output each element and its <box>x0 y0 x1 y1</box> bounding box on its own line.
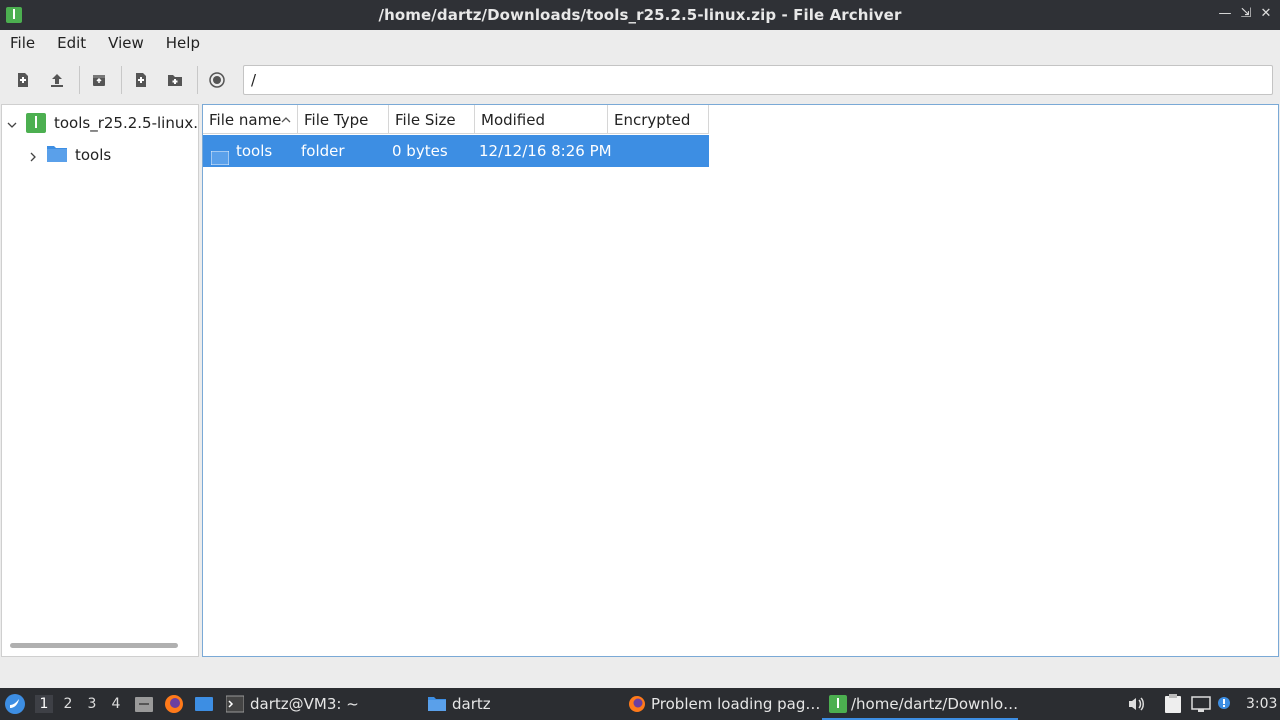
folder-icon <box>428 695 446 713</box>
close-icon[interactable]: ✕ <box>1258 6 1274 22</box>
workspace-3[interactable]: 3 <box>83 695 101 713</box>
menu-edit[interactable]: Edit <box>57 34 86 52</box>
archive-icon <box>829 695 847 713</box>
archive-icon[interactable] <box>89 70 109 90</box>
horizontal-scrollbar[interactable] <box>10 643 178 648</box>
volume-icon[interactable] <box>1126 688 1146 720</box>
extract-icon[interactable] <box>47 70 67 90</box>
location-input[interactable]: / <box>243 65 1273 95</box>
maximize-icon[interactable]: ⇲ <box>1238 6 1254 22</box>
tree-item-label: tools <box>75 146 112 164</box>
task-terminal[interactable]: dartz@VM3: ~ <box>225 688 359 720</box>
add-folder-icon[interactable] <box>165 70 185 90</box>
column-header-encrypted[interactable]: Encrypted <box>608 105 709 134</box>
archive-icon <box>26 113 46 133</box>
file-manager-launcher-icon[interactable] <box>134 688 154 720</box>
start-menu-icon[interactable] <box>4 688 26 720</box>
folder-icon <box>210 144 230 166</box>
column-header-type[interactable]: File Type <box>298 105 389 134</box>
menu-bar: File Edit View Help <box>0 30 1280 56</box>
chevron-down-icon[interactable] <box>6 117 18 129</box>
add-file-icon[interactable] <box>131 70 151 90</box>
task-file-manager[interactable]: dartz <box>428 688 491 720</box>
archive-app-icon <box>6 7 22 23</box>
workspace-2[interactable]: 2 <box>59 695 77 713</box>
list-header: File name File Type File Size Modified E… <box>203 105 709 134</box>
workspace-1[interactable]: 1 <box>35 695 53 713</box>
toolbar-separator <box>197 66 198 94</box>
stop-icon[interactable] <box>207 70 227 90</box>
task-label: dartz <box>452 695 491 713</box>
minimize-icon[interactable]: — <box>1217 6 1233 22</box>
task-browser[interactable]: Problem loading pag… <box>628 688 820 720</box>
new-archive-icon[interactable] <box>13 70 33 90</box>
network-icon[interactable] <box>1191 688 1211 720</box>
tree-root-label: tools_r25.2.5-linux.zip <box>54 114 199 132</box>
clipboard-icon[interactable] <box>1164 688 1182 720</box>
column-header-size[interactable]: File Size <box>389 105 475 134</box>
task-label: /home/dartz/Downlo… <box>851 695 1019 713</box>
taskbar: 1 2 3 4 dartz@VM3: ~ dartz Problem loadi… <box>0 688 1280 720</box>
terminal-icon <box>225 695 245 713</box>
notification-icon[interactable] <box>1216 688 1232 720</box>
folder-tree[interactable]: tools_r25.2.5-linux.zip tools <box>1 104 199 657</box>
workspace-4[interactable]: 4 <box>107 695 125 713</box>
tree-root-row[interactable]: tools_r25.2.5-linux.zip <box>6 109 199 137</box>
menu-view[interactable]: View <box>108 34 144 52</box>
window-title: /home/dartz/Downloads/tools_r25.2.5-linu… <box>378 6 902 24</box>
clock[interactable]: 3:03 <box>1246 688 1277 720</box>
firefox-launcher-icon[interactable] <box>164 688 184 720</box>
toolbar-separator <box>121 66 122 94</box>
column-header-modified[interactable]: Modified <box>475 105 608 134</box>
task-label: Problem loading pag… <box>651 695 821 713</box>
menu-file[interactable]: File <box>10 34 35 52</box>
tree-item-tools[interactable]: tools <box>27 141 111 169</box>
task-file-archiver[interactable]: /home/dartz/Downlo… <box>829 688 1018 720</box>
cell-size: 0 bytes <box>392 142 448 160</box>
file-list[interactable]: File name File Type File Size Modified E… <box>202 104 1279 657</box>
cell-modified: 12/12/16 8:26 PM <box>479 142 612 160</box>
desktop-launcher-icon[interactable] <box>194 688 214 720</box>
chevron-right-icon[interactable] <box>27 149 39 162</box>
column-header-name[interactable]: File name <box>203 105 298 134</box>
toolbar-separator <box>79 66 80 94</box>
firefox-icon <box>628 695 646 713</box>
menu-help[interactable]: Help <box>166 34 200 52</box>
table-row[interactable]: tools folder 0 bytes 12/12/16 8:26 PM <box>203 135 709 167</box>
task-label: dartz@VM3: ~ <box>250 695 359 713</box>
title-bar: /home/dartz/Downloads/tools_r25.2.5-linu… <box>0 0 1280 30</box>
sort-ascending-icon <box>280 112 292 130</box>
cell-type: folder <box>301 142 345 160</box>
cell-name: tools <box>236 142 273 160</box>
folder-icon <box>47 144 67 166</box>
